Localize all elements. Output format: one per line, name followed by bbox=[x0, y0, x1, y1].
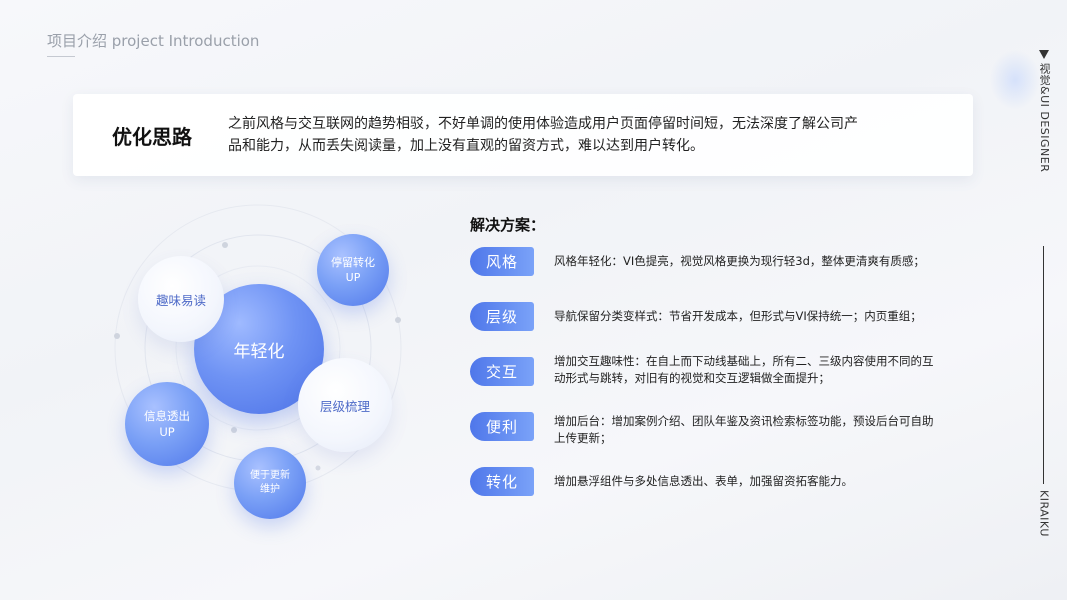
side-bottom-text: KIRAIKU bbox=[1037, 490, 1051, 537]
bubble-stay-line2: UP bbox=[345, 271, 361, 284]
bubble-maint-line2: 维护 bbox=[260, 484, 280, 495]
orbit-dot bbox=[114, 333, 120, 339]
orbit-dot bbox=[231, 427, 237, 433]
side-divider-line bbox=[1043, 246, 1044, 484]
orbit-dot bbox=[395, 317, 401, 323]
side-designer-label: 视觉&UI DESIGNER bbox=[1034, 50, 1054, 172]
bubble-hier: 层级梳理 bbox=[298, 358, 392, 452]
solutions-title: 解决方案： bbox=[470, 216, 546, 234]
side-brand: KIRAIKU bbox=[1034, 490, 1054, 537]
bubble-fun: 趣味易读 bbox=[138, 256, 224, 342]
solution-tag: 风格 bbox=[470, 247, 534, 276]
solution-text: 风格年轻化：VI色提亮，视觉风格更换为现行轻3d，整体更清爽有质感； bbox=[554, 254, 925, 268]
orbit-dot bbox=[315, 465, 321, 471]
bubble-stay: 停留转化 UP bbox=[317, 234, 389, 306]
bubble-fun-label: 趣味易读 bbox=[155, 292, 206, 308]
bubble-info-line2: UP bbox=[159, 425, 175, 439]
bubble-maint-line1: 便于更新 bbox=[250, 470, 290, 481]
solution-tag: 交互 bbox=[470, 357, 534, 386]
side-top-text: 视觉&UI DESIGNER bbox=[1038, 63, 1051, 173]
solution-tag: 便利 bbox=[470, 412, 534, 441]
solution-text: 导航保留分类变样式：节省开发成本，但形式与VI保持统一；内页重组； bbox=[554, 309, 922, 323]
bubble-maint: 便于更新 维护 bbox=[234, 447, 306, 519]
orbit-dot bbox=[222, 242, 228, 248]
solution-text: 增加悬浮组件与多处信息透出、表单，加强留资拓客能力。 bbox=[554, 474, 853, 488]
solution-tag: 转化 bbox=[470, 467, 534, 496]
decorative-glow bbox=[990, 50, 1040, 110]
solution-text: 增加交互趣味性：在自上而下动线基础上，所有二、三级内容使用不同的互动形式与跳转，… bbox=[554, 354, 934, 385]
bubble-main-label: 年轻化 bbox=[233, 341, 285, 362]
solution-text: 增加后台：增加案例介绍、团队年鉴及资讯检索标签功能，预设后台可自助上传更新； bbox=[554, 414, 934, 445]
bubble-hier-label: 层级梳理 bbox=[319, 398, 370, 414]
bubble-stay-line1: 停留转化 bbox=[331, 256, 375, 269]
triangle-down-icon bbox=[1039, 50, 1049, 59]
bubble-info: 信息透出 UP bbox=[125, 382, 209, 466]
bubble-info-line1: 信息透出 bbox=[144, 409, 190, 423]
solution-tag: 层级 bbox=[470, 302, 534, 331]
